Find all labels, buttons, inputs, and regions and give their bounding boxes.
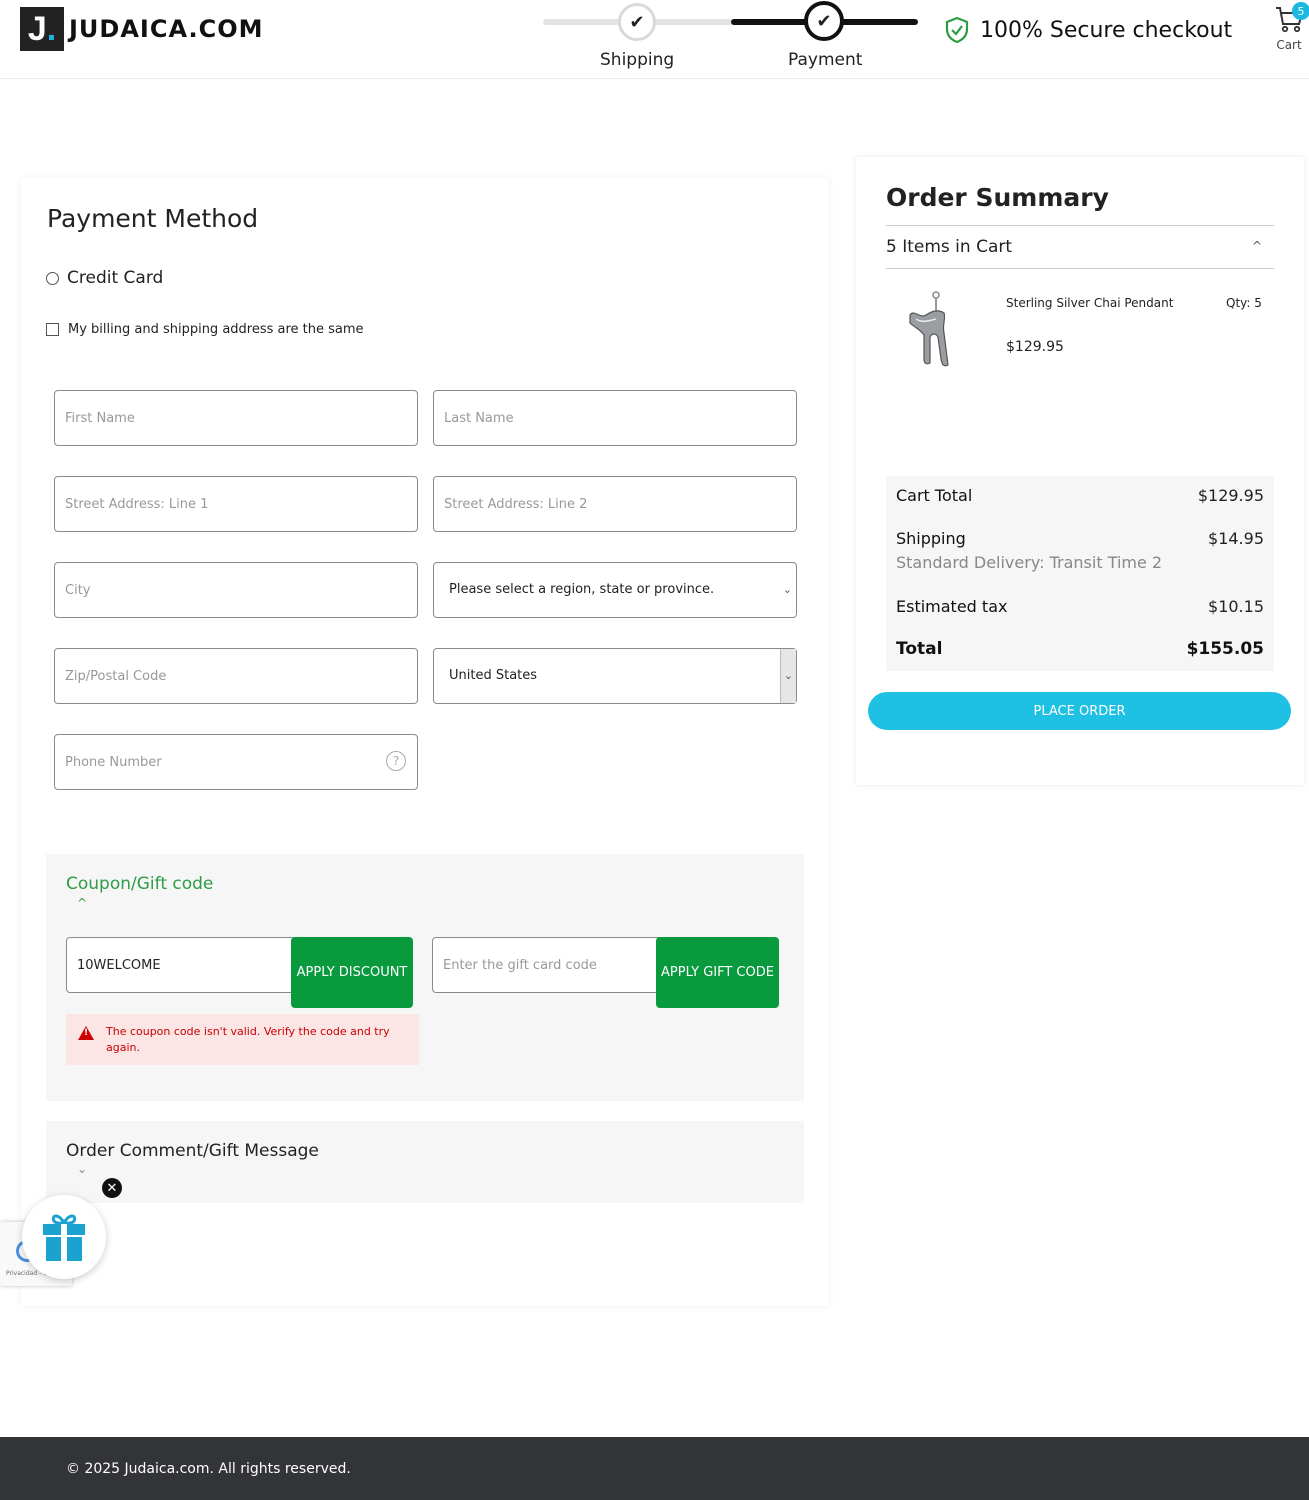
cart-label: Cart (1276, 38, 1302, 52)
secure-checkout-text: 100% Secure checkout (980, 17, 1233, 43)
apply-gift-code-button[interactable]: APPLY GIFT CODE (656, 937, 779, 1008)
region-select-value: Please select a region, state or provinc… (449, 582, 715, 597)
grand-total-row: Total $155.05 (896, 639, 1264, 659)
coupon-error-text: The coupon code isn't valid. Verify the … (106, 1025, 390, 1054)
cart-total-label: Cart Total (896, 486, 973, 505)
shipping-value: $14.95 (1208, 529, 1264, 548)
step-shipping-label[interactable]: Shipping (600, 50, 674, 70)
tax-value: $10.15 (1208, 597, 1264, 616)
country-select[interactable]: United States ⌄ (433, 648, 797, 704)
shipping-row: Shipping Standard Delivery: Transit Time… (896, 529, 1264, 572)
copyright-text: © 2025 Judaica.com. All rights reserved. (66, 1461, 351, 1477)
chevron-down-icon: ⌄ (783, 669, 793, 682)
street1-input[interactable] (65, 477, 385, 531)
apply-discount-button[interactable]: APPLY DISCOUNT (291, 937, 413, 1008)
site-logo[interactable]: J. JUDAICA.COM (20, 7, 264, 51)
chevron-down-icon: ⌄ (782, 583, 792, 596)
product-name: Sterling Silver Chai Pendant (1006, 296, 1174, 310)
city-input[interactable] (65, 563, 385, 617)
coupon-title[interactable]: Coupon/Gift code (66, 874, 213, 894)
place-order-button[interactable]: PLACE ORDER (868, 692, 1291, 730)
order-comment-section[interactable]: Order Comment/Gift Message ⌄ (46, 1121, 804, 1203)
city-field[interactable] (54, 562, 418, 618)
items-in-cart-toggle[interactable]: 5 Items in Cart (886, 237, 1012, 257)
credit-card-option[interactable]: Credit Card (46, 268, 163, 288)
tax-row: Estimated tax $10.15 (896, 597, 1264, 616)
first-name-input[interactable] (65, 391, 385, 445)
billing-same-checkbox[interactable] (46, 323, 59, 336)
country-select-value: United States (449, 668, 538, 683)
tax-label: Estimated tax (896, 597, 1008, 616)
cart-count-badge: 5 (1292, 2, 1309, 20)
last-name-input[interactable] (444, 391, 764, 445)
shipping-method: Standard Delivery: Transit Time 2 (896, 553, 1163, 572)
grand-total-value: $155.05 (1186, 639, 1264, 659)
coupon-code-input[interactable] (77, 938, 277, 992)
billing-same-label[interactable]: My billing and shipping address are the … (68, 322, 364, 337)
grand-total-label: Total (896, 639, 943, 659)
payment-title: Payment Method (47, 204, 259, 233)
site-footer: © 2025 Judaica.com. All rights reserved. (0, 1437, 1309, 1500)
shipping-label: Shipping (896, 529, 966, 548)
zip-input[interactable] (65, 649, 385, 703)
step-payment-label: Payment (788, 50, 863, 70)
site-header: J. JUDAICA.COM ✔ ✔ Shipping Payment 100%… (0, 0, 1309, 79)
divider (886, 225, 1274, 226)
region-select[interactable]: Please select a region, state or provinc… (433, 562, 797, 618)
phone-field[interactable]: ? (54, 734, 418, 790)
gift-icon (43, 1214, 85, 1261)
order-summary-panel: Order Summary 5 Items in Cart ^ Sterling… (856, 157, 1304, 785)
gift-code-field[interactable] (432, 937, 662, 993)
product-qty: Qty: 5 (1226, 296, 1262, 310)
close-icon[interactable]: ✕ (102, 1178, 122, 1198)
country-select-arrow[interactable]: ⌄ (780, 649, 796, 703)
credit-card-label[interactable]: Credit Card (67, 268, 163, 288)
billing-same-option[interactable]: My billing and shipping address are the … (46, 322, 364, 337)
chevron-up-icon[interactable]: ^ (1252, 239, 1262, 253)
credit-card-radio[interactable] (46, 271, 59, 285)
chevron-up-icon[interactable]: ^ (77, 896, 87, 910)
checkout-progress: ✔ ✔ Shipping Payment (543, 0, 918, 79)
secure-checkout-badge: 100% Secure checkout (944, 16, 1232, 44)
last-name-field[interactable] (433, 390, 797, 446)
cart-button[interactable]: 5 Cart (1272, 2, 1309, 52)
shield-check-icon (945, 16, 969, 44)
cart-total-row: Cart Total $129.95 (896, 486, 1264, 505)
chevron-down-icon[interactable]: ⌄ (77, 1162, 87, 1176)
step-shipping-check-icon[interactable]: ✔ (618, 3, 656, 41)
coupon-code-field[interactable] (66, 937, 296, 993)
order-summary-title: Order Summary (886, 183, 1109, 212)
coupon-section: Coupon/Gift code ^ APPLY DISCOUNT APPLY … (46, 854, 804, 1101)
payment-panel: Payment Method Credit Card My billing an… (21, 178, 829, 1306)
first-name-field[interactable] (54, 390, 418, 446)
street2-input[interactable] (444, 477, 764, 531)
product-price: $129.95 (1006, 339, 1064, 355)
cart-total-value: $129.95 (1197, 486, 1264, 505)
product-image (909, 291, 949, 367)
coupon-error-message: The coupon code isn't valid. Verify the … (66, 1014, 419, 1065)
logo-text: JUDAICA.COM (69, 15, 264, 43)
gift-widget-button[interactable] (22, 1195, 106, 1279)
street2-field[interactable] (433, 476, 797, 532)
order-comment-title[interactable]: Order Comment/Gift Message (66, 1141, 319, 1161)
phone-input[interactable] (65, 735, 385, 789)
logo-mark: J. (20, 7, 64, 51)
street1-field[interactable] (54, 476, 418, 532)
step-payment-check-icon: ✔ (804, 1, 844, 41)
zip-field[interactable] (54, 648, 418, 704)
warning-icon (78, 1026, 94, 1040)
gift-code-input[interactable] (443, 938, 643, 992)
totals-box: Cart Total $129.95 Shipping Standard Del… (886, 476, 1274, 671)
help-icon[interactable]: ? (386, 751, 406, 771)
divider (886, 268, 1274, 269)
